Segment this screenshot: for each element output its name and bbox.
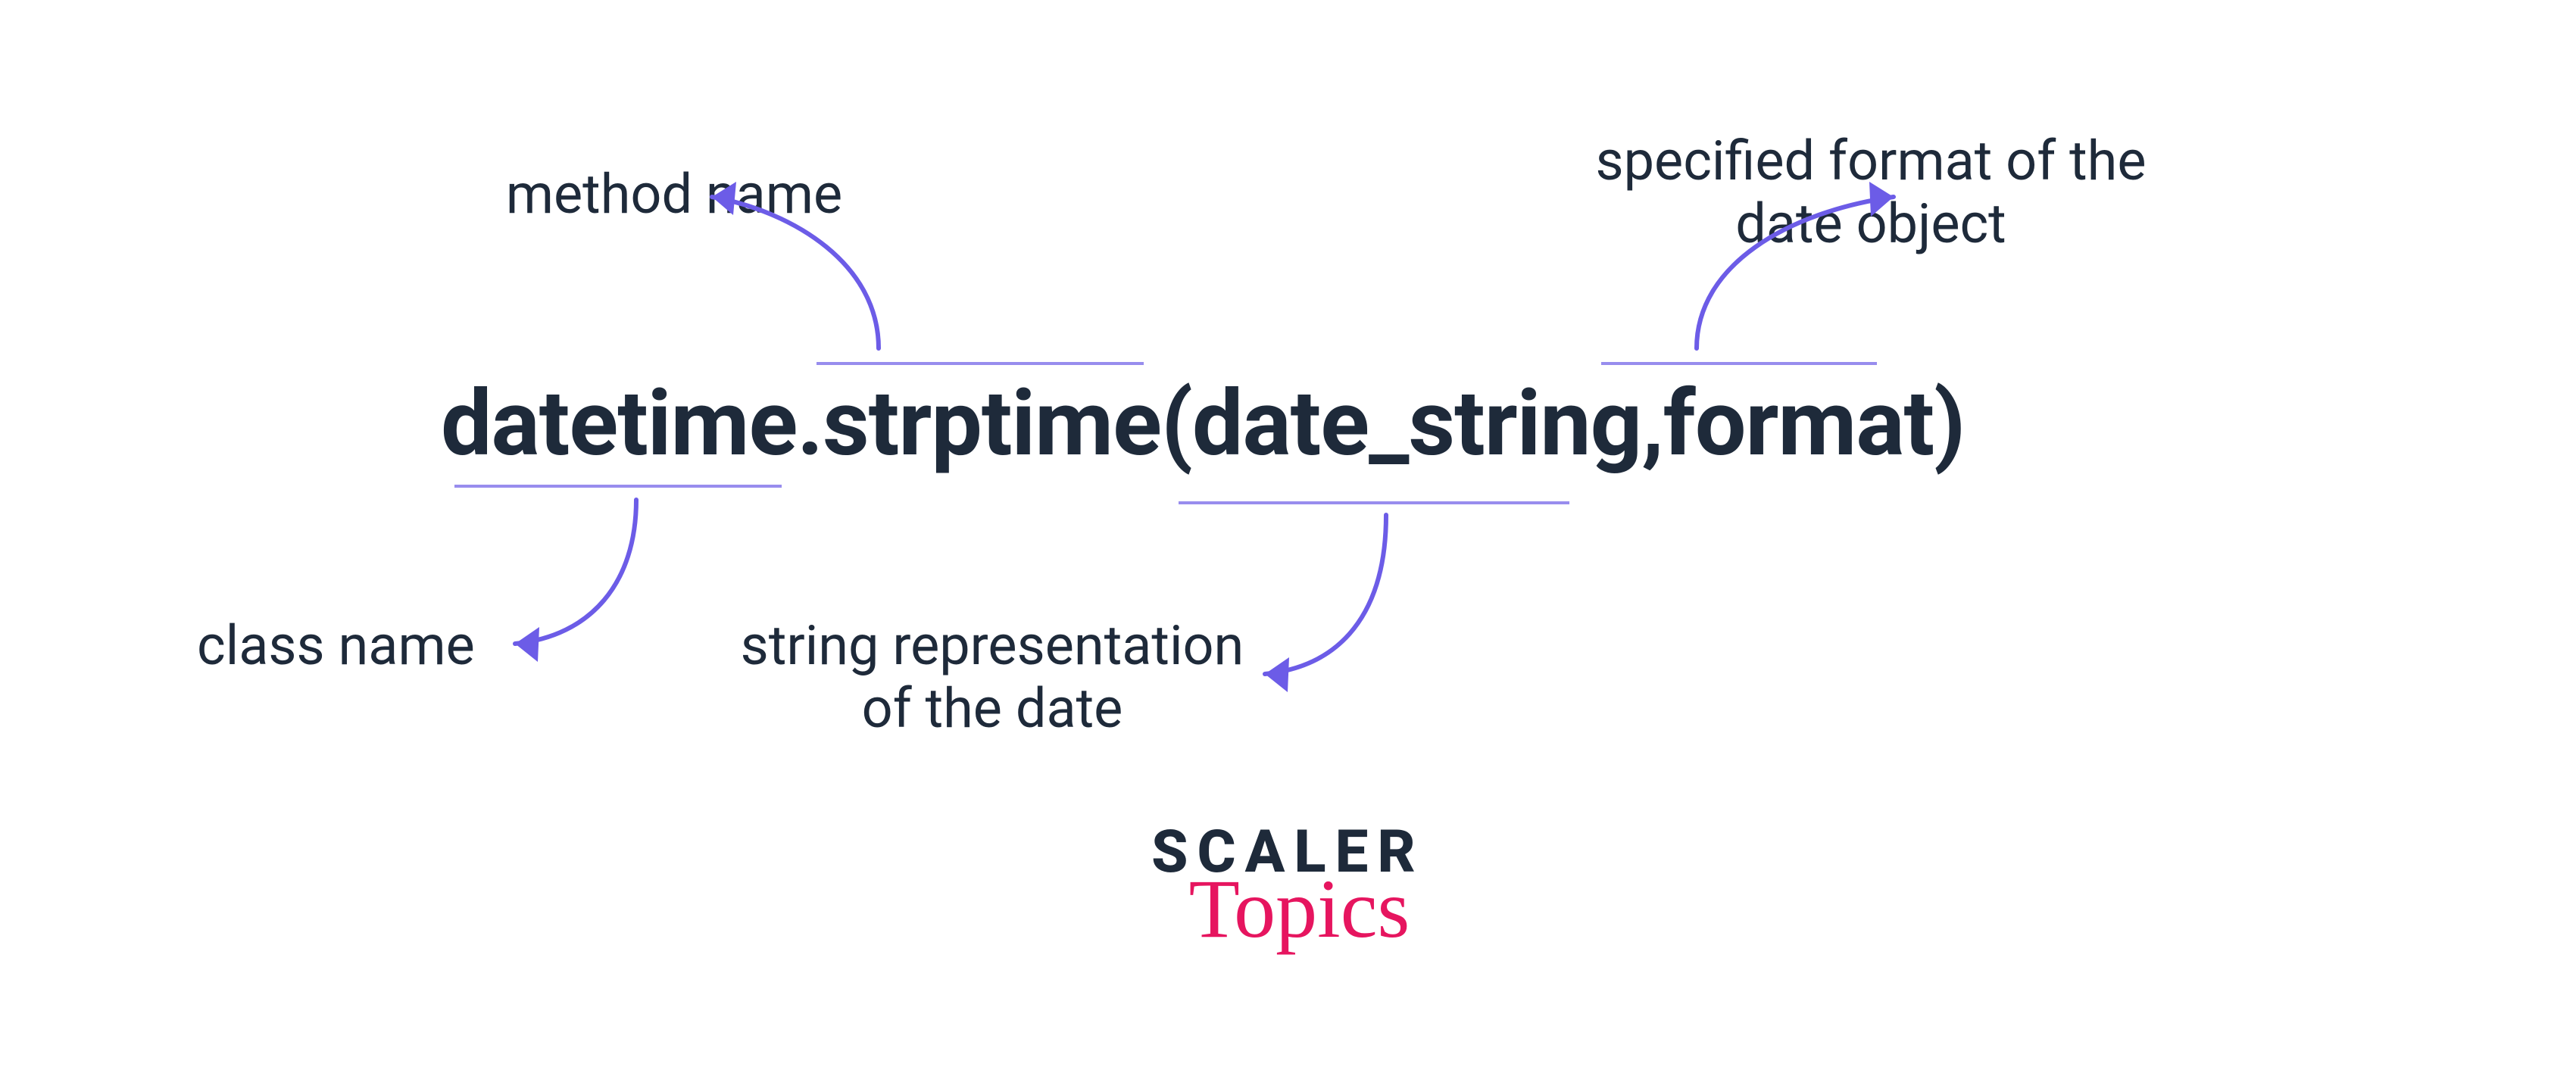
token-arg2: format: [1663, 371, 1934, 477]
arrow-arg1: [1235, 507, 1477, 719]
label-class-name: class name: [197, 615, 515, 678]
token-dot: .: [797, 371, 823, 477]
token-arg1: date_string: [1192, 371, 1641, 477]
token-close-paren: ): [1934, 371, 1965, 477]
label-arg1: string representation of the date: [712, 615, 1272, 741]
arrow-arg2: [1681, 174, 1969, 371]
token-comma: ,: [1641, 371, 1663, 477]
underline-class-name: [454, 485, 782, 488]
token-class-name: datetime: [441, 371, 797, 477]
code-expression: datetime.strptime(date_string, format): [441, 371, 1965, 477]
brand-logo-line2: Topics: [1174, 861, 1425, 957]
token-method-name: strptime: [823, 371, 1161, 477]
arrow-method-name: [682, 151, 985, 379]
arrow-class-name: [485, 492, 727, 689]
underline-arg1: [1179, 501, 1569, 504]
token-open-paren: (: [1161, 371, 1192, 477]
brand-logo: SCALER Topics: [1151, 818, 1425, 957]
